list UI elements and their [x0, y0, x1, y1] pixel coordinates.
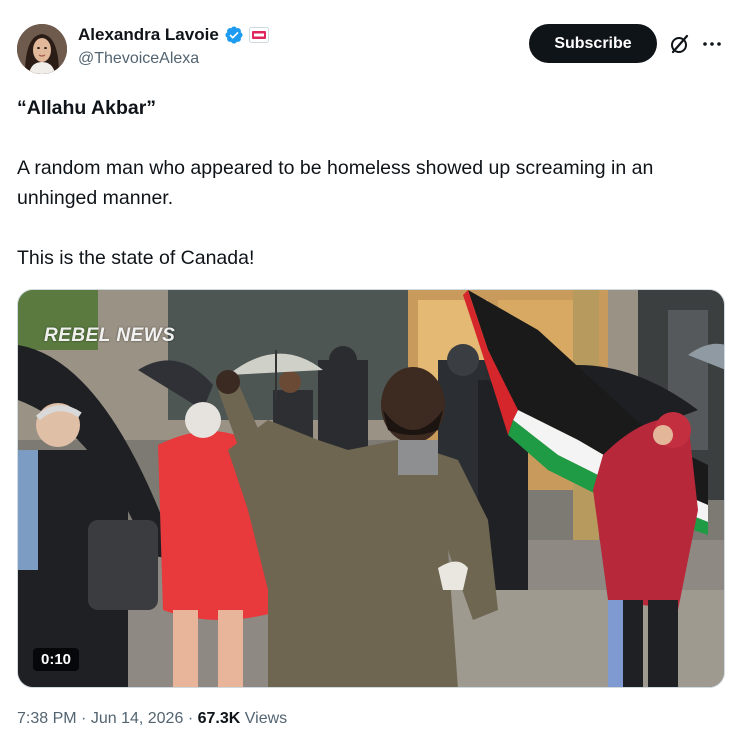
tweet-time[interactable]: 7:38 PM	[17, 710, 77, 727]
rebel-news-watermark: REBEL NEWS	[44, 325, 176, 346]
tweet-date[interactable]: Jun 14, 2026	[91, 710, 184, 727]
subscribe-button[interactable]: Subscribe	[529, 24, 657, 63]
tweet-text-quote: “Allahu Akbar”	[17, 97, 157, 119]
avatar[interactable]	[17, 24, 67, 74]
separator-dot: ·	[81, 710, 91, 727]
video-duration-badge: 0:10	[33, 648, 80, 671]
tweet: Alexandra Lavoie @ThevoiceAlexa Subscrib…	[0, 0, 743, 748]
author-name[interactable]: Alexandra Lavoie	[78, 25, 219, 45]
affiliate-badge-icon[interactable]	[248, 27, 269, 43]
tweet-meta: 7:38 PM · Jun 14, 2026 · 67.3K Views	[17, 710, 287, 728]
tweet-text-body: A random man who appeared to be homeless…	[17, 157, 654, 209]
separator-dot: ·	[187, 710, 198, 727]
video-player[interactable]: REBEL NEWS 0:10	[17, 289, 725, 688]
tweet-text-conclusion: This is the state of Canada!	[17, 247, 255, 269]
verified-badge-icon[interactable]	[224, 25, 244, 45]
video-frame-image	[18, 290, 724, 687]
views-count: 67.3K	[197, 710, 241, 727]
views-label: Views	[244, 710, 288, 727]
grok-slash-icon[interactable]	[668, 32, 692, 56]
author-name-row: Alexandra Lavoie	[78, 25, 269, 45]
author-handle[interactable]: @ThevoiceAlexa	[78, 50, 199, 68]
more-dots-icon[interactable]	[700, 32, 724, 56]
